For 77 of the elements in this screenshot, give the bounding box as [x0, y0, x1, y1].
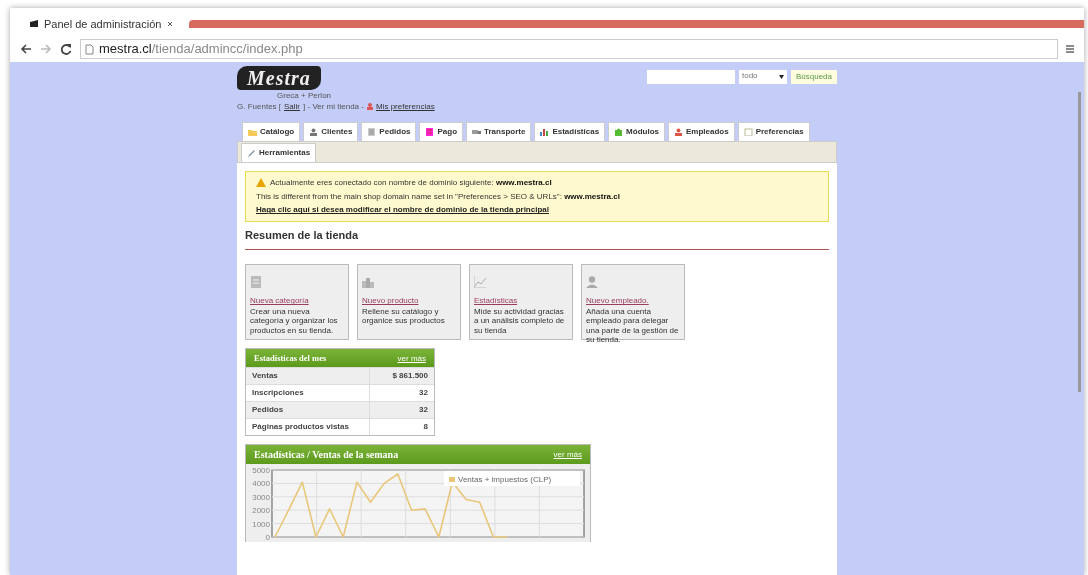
shortcut-description: Rellene su catálogo y organice sus productos [362, 307, 446, 326]
shortcut-description: Crear una nueva categoría y organizar los productos en su tienda. [250, 307, 339, 335]
person-icon [309, 128, 319, 136]
warning-text: This is different from the main shop domain name set in "Preferences > SEO & URLs": www.mestra.cl [256, 190, 621, 203]
nav-tab[interactable]: Transporte [466, 122, 532, 141]
truck-icon [472, 128, 482, 136]
puzzle-icon [614, 128, 624, 136]
caret-icon [778, 75, 784, 79]
shortcut-card[interactable]: Estadísticas Mide su actividad gracias a un análisis completo de su tienda [469, 264, 573, 341]
nav-tab[interactable]: Empleados [668, 122, 735, 141]
shortcut-link[interactable]: Estadísticas [474, 295, 568, 308]
y-tick-label: 4000 [252, 479, 270, 489]
nav-tab[interactable]: Clientes [303, 122, 359, 141]
header-link[interactable]: Salir [284, 100, 301, 113]
y-tick-label: 1000 [252, 519, 270, 529]
person-icon [366, 103, 373, 111]
section-title: Resumen de la tienda [245, 221, 829, 251]
line-chart-icon [474, 276, 486, 289]
person-icon [586, 276, 598, 289]
nav-tab[interactable]: Módulos [608, 122, 665, 141]
scope-dropdown[interactable]: todo [738, 70, 787, 84]
nav-tab[interactable]: Herramientas [241, 143, 317, 162]
panel-title: Estadísticas / Ventas de la semana [254, 449, 399, 461]
notepad-icon [743, 128, 753, 136]
stat-label: Páginas productos vistas [246, 419, 370, 436]
page-icon [85, 43, 94, 55]
legend-label: Ventas + impuestos (CLP) [458, 475, 552, 485]
url-text: mestra.cl/tienda/admincc/index.php [99, 40, 303, 59]
y-tick-label: 0 [265, 533, 270, 543]
header-text: ] - Ver mi tienda - [303, 100, 364, 113]
receipt-icon [425, 128, 435, 136]
browser-tab[interactable]: Panel de administración [24, 15, 180, 36]
nav-tab[interactable]: Estadísticas [534, 122, 606, 141]
search-button[interactable]: Búsqueda [790, 70, 837, 84]
menu-icon[interactable] [1066, 44, 1074, 54]
bar-chart-icon [362, 276, 374, 289]
warning-text: Actualmente eres conectado con nombre de dominio siguiente: www.mestra.cl [270, 177, 552, 189]
header-text: G. Fuentes [ [237, 100, 282, 113]
pencil-icon [247, 149, 256, 157]
forward-icon[interactable] [40, 44, 52, 54]
shortcut-card[interactable]: Nuevo producto Rellene su catálogo y organice sus productos [357, 264, 461, 341]
document-icon [367, 128, 377, 136]
nav-tab[interactable]: Pago [419, 122, 464, 141]
person-icon [674, 128, 683, 136]
shortcut-link[interactable]: Nuevo producto [362, 295, 456, 308]
shortcut-link[interactable]: Nuevo empleado. [586, 295, 680, 308]
stat-value: 32 [418, 404, 429, 417]
stat-value: $ 861.500 [391, 370, 429, 383]
legend-swatch [449, 477, 455, 483]
warning-icon [256, 178, 266, 188]
close-icon[interactable] [167, 20, 174, 27]
bar-chart-icon [540, 128, 550, 136]
scrollbar[interactable] [1078, 92, 1081, 392]
y-tick-label: 2000 [252, 506, 270, 516]
header-link[interactable]: Mis preferencias [375, 100, 435, 113]
reload-icon[interactable] [60, 43, 72, 55]
shortcut-card[interactable]: Nuevo empleado. Añada una cuenta empleado para delegar una parte de la gestión de su tienda. [581, 264, 685, 341]
shortcut-card[interactable]: Nueva categoría Crear una nueva categoría y organizar los productos en su tienda. [245, 264, 349, 341]
shortcut-link[interactable]: Nueva categoría [250, 295, 344, 308]
page-icon [30, 20, 38, 28]
y-tick-label: 3000 [252, 493, 270, 503]
document-icon [250, 276, 262, 289]
panel-title: Estadísticas del mes [254, 353, 327, 364]
address-bar[interactable]: mestra.cl/tienda/admincc/index.php [80, 39, 1058, 59]
logo-tagline: Greca + Perlon [277, 92, 333, 101]
y-tick-label: 5000 [252, 466, 270, 476]
folder-icon [248, 128, 257, 136]
back-icon[interactable] [20, 44, 32, 54]
shortcut-description: Mide su actividad gracias a un análisis completo de su tienda [474, 307, 566, 335]
nav-tab[interactable]: Catálogo [242, 122, 301, 141]
domain-link[interactable]: Haga clic aquí si desea modificar el nombre de dominio de la tienda principal [256, 203, 818, 217]
nav-tab[interactable]: Pedidos [361, 122, 417, 141]
stat-value: 32 [418, 387, 429, 400]
nav-tab[interactable]: Preferencias [737, 122, 810, 141]
search-field[interactable] [646, 70, 735, 84]
logo[interactable]: Mestra [237, 66, 321, 90]
stat-value: 8 [422, 421, 429, 434]
